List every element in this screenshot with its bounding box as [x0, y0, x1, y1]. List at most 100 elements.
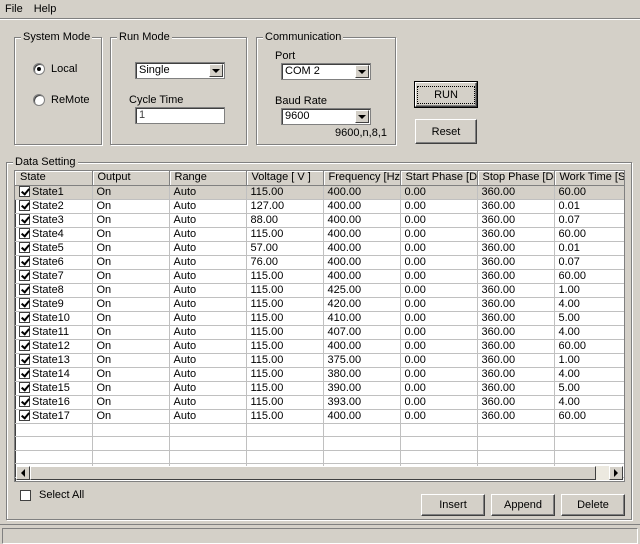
cell-output[interactable]: On	[92, 227, 170, 242]
menu-help[interactable]: Help	[29, 0, 63, 18]
cell-frequency[interactable]: 400.00	[323, 255, 401, 270]
cell-frequency[interactable]: 400.00	[323, 241, 401, 256]
baud-rate-select[interactable]: 9600	[281, 108, 371, 125]
row-checkbox[interactable]	[19, 255, 30, 267]
cell-range[interactable]	[169, 450, 247, 464]
table-row[interactable]: State10 On Auto 115.00 410.00 0.00 360.00 5.00	[15, 311, 624, 326]
cell-range[interactable]: Auto	[169, 395, 247, 410]
cell-time[interactable]: 60.00	[554, 339, 624, 354]
cell-range[interactable]: Auto	[169, 297, 247, 312]
cell-range[interactable]: Auto	[169, 227, 247, 242]
cell-frequency[interactable]: 400.00	[323, 339, 401, 354]
cell-voltage[interactable]: 115.00	[246, 409, 324, 424]
table-row[interactable]: State4 On Auto 115.00 400.00 0.00 360.00 60.00	[15, 227, 624, 242]
cell-frequency[interactable]: 400.00	[323, 213, 401, 228]
cell-output[interactable]	[92, 423, 170, 437]
cell-frequency[interactable]: 400.00	[323, 227, 401, 242]
table-row[interactable]	[15, 436, 624, 451]
cell-time[interactable]: 0.01	[554, 241, 624, 256]
cell-stop[interactable]: 360.00	[477, 311, 555, 326]
cell-stop[interactable]: 360.00	[477, 213, 555, 228]
cell-time[interactable]: 60.00	[554, 185, 624, 200]
cell-output[interactable]	[92, 450, 170, 464]
cell-frequency[interactable]	[323, 436, 401, 451]
table-row[interactable]: State5 On Auto 57.00 400.00 0.00 360.00 0.01	[15, 241, 624, 256]
cell-start[interactable]: 0.00	[400, 185, 478, 200]
cell-voltage[interactable]: 115.00	[246, 395, 324, 410]
cell-output[interactable]: On	[92, 325, 170, 340]
cell-state[interactable]: State16	[15, 395, 93, 410]
row-checkbox[interactable]	[19, 353, 30, 365]
cell-time[interactable]: 4.00	[554, 367, 624, 382]
cell-voltage[interactable]: 115.00	[246, 339, 324, 354]
cell-frequency[interactable]: 400.00	[323, 199, 401, 214]
cell-voltage[interactable]: 115.00	[246, 311, 324, 326]
cell-stop[interactable]: 360.00	[477, 255, 555, 270]
cell-start[interactable]	[400, 450, 478, 464]
cell-voltage[interactable]: 127.00	[246, 199, 324, 214]
radio-remote[interactable]: ReMote	[33, 94, 90, 106]
data-grid[interactable]: State Output Range Voltage [ V ] Frequen…	[14, 170, 625, 482]
cell-time[interactable]: 5.00	[554, 381, 624, 396]
cell-stop[interactable]	[477, 450, 555, 464]
cell-time[interactable]: 5.00	[554, 311, 624, 326]
cell-output[interactable]: On	[92, 199, 170, 214]
cell-start[interactable]: 0.00	[400, 241, 478, 256]
table-row[interactable]: State14 On Auto 115.00 380.00 0.00 360.00 4.00	[15, 367, 624, 382]
cell-stop[interactable]: 360.00	[477, 381, 555, 396]
row-checkbox[interactable]	[19, 339, 30, 351]
cell-frequency[interactable]: 400.00	[323, 269, 401, 284]
cell-start[interactable]: 0.00	[400, 381, 478, 396]
table-row[interactable]: State7 On Auto 115.00 400.00 0.00 360.00 60.00	[15, 269, 624, 284]
cell-start[interactable]: 0.00	[400, 325, 478, 340]
cell-range[interactable]: Auto	[169, 213, 247, 228]
cell-start[interactable]: 0.00	[400, 367, 478, 382]
run-mode-dropdown-arrow-icon[interactable]	[209, 64, 223, 77]
cell-start[interactable]: 0.00	[400, 409, 478, 424]
table-row[interactable]: State16 On Auto 115.00 393.00 0.00 360.00 4.00	[15, 395, 624, 410]
horizontal-scrollbar[interactable]	[16, 466, 623, 480]
column-header-work-time[interactable]: Work Time [Sec]	[554, 171, 624, 186]
cell-stop[interactable]: 360.00	[477, 409, 555, 424]
cell-start[interactable]: 0.00	[400, 269, 478, 284]
cell-output[interactable]: On	[92, 213, 170, 228]
cell-frequency[interactable]: 410.00	[323, 311, 401, 326]
cell-start[interactable]: 0.00	[400, 255, 478, 270]
cell-output[interactable]: On	[92, 297, 170, 312]
cell-range[interactable]: Auto	[169, 367, 247, 382]
cell-frequency[interactable]: 400.00	[323, 185, 401, 200]
cell-output[interactable]	[92, 436, 170, 451]
cell-start[interactable]: 0.00	[400, 353, 478, 368]
cell-voltage[interactable]: 57.00	[246, 241, 324, 256]
cell-voltage[interactable]: 115.00	[246, 269, 324, 284]
cell-time[interactable]: 60.00	[554, 409, 624, 424]
cell-range[interactable]: Auto	[169, 283, 247, 298]
cell-voltage[interactable]: 115.00	[246, 367, 324, 382]
cell-stop[interactable]: 360.00	[477, 269, 555, 284]
table-row[interactable]	[15, 450, 624, 464]
row-checkbox[interactable]	[19, 185, 30, 197]
cell-range[interactable]	[169, 436, 247, 451]
cell-frequency[interactable]: 390.00	[323, 381, 401, 396]
table-row[interactable]: State1 On Auto 115.00 400.00 0.00 360.00 60.00	[15, 185, 624, 200]
cell-frequency[interactable]: 380.00	[323, 367, 401, 382]
radio-local[interactable]: Local	[33, 63, 77, 75]
cell-range[interactable]: Auto	[169, 255, 247, 270]
cell-voltage[interactable]: 115.00	[246, 381, 324, 396]
baud-rate-dropdown-arrow-icon[interactable]	[355, 110, 369, 123]
cell-stop[interactable]: 360.00	[477, 297, 555, 312]
row-checkbox[interactable]	[19, 227, 30, 239]
cell-state[interactable]: State5	[15, 241, 93, 256]
cell-output[interactable]: On	[92, 255, 170, 270]
insert-button[interactable]: Insert	[421, 494, 485, 516]
cell-frequency[interactable]: 375.00	[323, 353, 401, 368]
cell-voltage[interactable]: 115.00	[246, 353, 324, 368]
cell-frequency[interactable]	[323, 423, 401, 437]
append-button[interactable]: Append	[491, 494, 555, 516]
cycle-time-input[interactable]: 1	[135, 107, 225, 124]
cell-start[interactable]: 0.00	[400, 227, 478, 242]
table-row[interactable]: State8 On Auto 115.00 425.00 0.00 360.00 1.00	[15, 283, 624, 298]
cell-stop[interactable]	[477, 423, 555, 437]
cell-voltage[interactable]: 115.00	[246, 185, 324, 200]
cell-range[interactable]: Auto	[169, 199, 247, 214]
